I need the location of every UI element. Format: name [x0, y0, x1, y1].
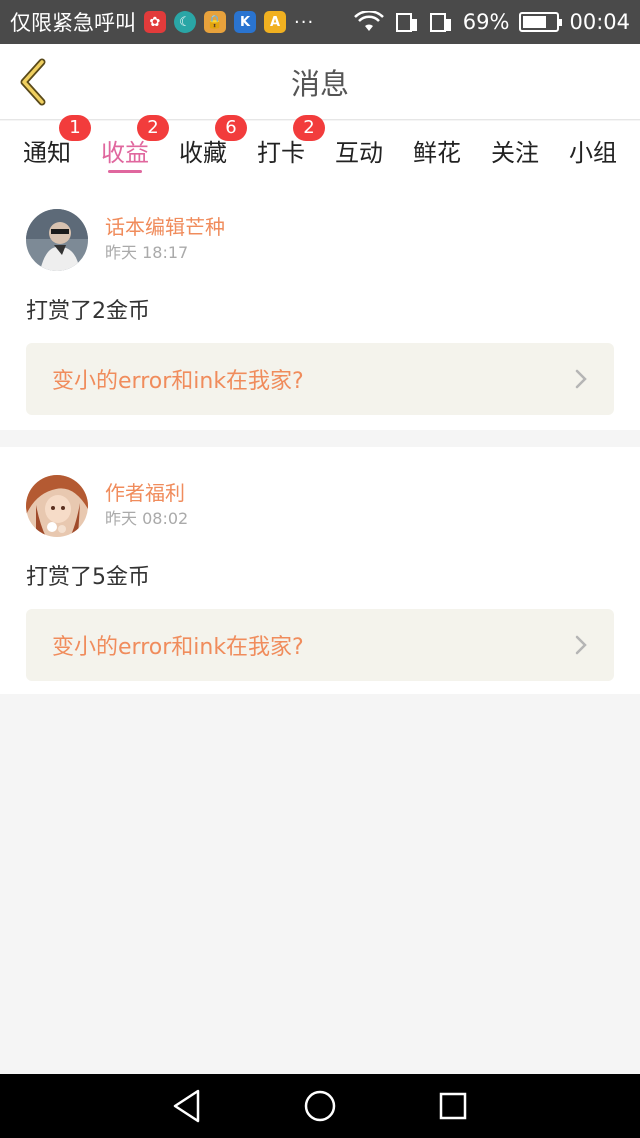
story-link[interactable]: 变小的error和ink在我家? [26, 609, 614, 681]
tab-label: 收藏 [179, 139, 227, 167]
badge: 2 [137, 115, 169, 141]
card-meta: 话本编辑芒种 昨天 18:17 [105, 214, 225, 266]
tab-label: 打卡 [257, 139, 305, 167]
square-recents-icon [440, 1092, 467, 1120]
nav-back-button[interactable] [167, 1086, 207, 1126]
chevron-right-icon [575, 635, 587, 655]
timestamp: 昨天 08:02 [105, 509, 189, 528]
circle-home-icon [304, 1090, 336, 1122]
a-app-icon: A [264, 11, 286, 33]
wifi-icon [353, 11, 384, 31]
tab-earnings[interactable]: 收益 2 [101, 115, 169, 181]
tab-notice[interactable]: 通知 1 [23, 115, 91, 181]
tab-bar: 通知 1 收益 2 收藏 6 打卡 2 互动 鲜花 关注 小组 [0, 115, 640, 181]
triangle-back-icon [173, 1089, 199, 1123]
message-card: 话本编辑芒种 昨天 18:17 打赏了2金币 变小的error和ink在我家? [0, 181, 640, 430]
nav-home-button[interactable] [300, 1086, 340, 1126]
tab-interaction[interactable]: 互动 [335, 121, 383, 181]
badge: 1 [59, 115, 91, 141]
tab-label: 关注 [491, 139, 539, 167]
avatar-image [26, 475, 88, 537]
tab-label: 互动 [335, 139, 383, 167]
story-link[interactable]: 变小的error和ink在我家? [26, 343, 614, 415]
username-link[interactable]: 话本编辑芒种 [105, 214, 225, 240]
tab-follow[interactable]: 关注 [491, 121, 539, 181]
status-bar: 仅限紧急呼叫 ✿ ☾ 🔒 K A ··· 69% 00:04 [0, 0, 640, 44]
moon-app-icon: ☾ [174, 11, 196, 33]
page-title: 消息 [290, 66, 349, 101]
status-left: 仅限紧急呼叫 ✿ ☾ 🔒 K A ··· [10, 7, 314, 37]
card-header: 话本编辑芒种 昨天 18:17 [26, 181, 614, 271]
tab-label: 收益 [101, 139, 149, 167]
badge: 6 [215, 115, 247, 141]
chevron-right-icon [575, 369, 587, 389]
clock: 00:04 [569, 10, 630, 34]
story-title: 变小的error和ink在我家? [52, 369, 304, 394]
story-title: 变小的error和ink在我家? [52, 635, 304, 660]
tab-label: 通知 [23, 139, 71, 167]
more-icon: ··· [294, 11, 315, 33]
battery-icon [519, 12, 563, 32]
battery-fill [523, 16, 546, 28]
card-header: 作者福利 昨天 08:02 [26, 447, 614, 537]
carrier-text: 仅限紧急呼叫 [10, 11, 136, 35]
lock-app-icon: 🔒 [204, 11, 226, 33]
avatar[interactable] [26, 475, 88, 537]
avatar[interactable] [26, 209, 88, 271]
card-meta: 作者福利 昨天 08:02 [105, 480, 188, 532]
tab-underline [108, 170, 142, 173]
username-link[interactable]: 作者福利 [105, 480, 188, 506]
status-right: 69% 00:04 [353, 10, 630, 34]
tab-group[interactable]: 小组 [569, 121, 617, 181]
tab-favorites[interactable]: 收藏 6 [179, 115, 247, 181]
tab-checkin[interactable]: 打卡 2 [257, 115, 325, 181]
k-app-icon: K [234, 11, 256, 33]
message-card: 作者福利 昨天 08:02 打赏了5金币 变小的error和ink在我家? [0, 447, 640, 694]
badge: 2 [293, 115, 325, 141]
tab-flowers[interactable]: 鲜花 [413, 121, 461, 181]
tab-label: 鲜花 [413, 139, 461, 167]
avatar-image [26, 209, 88, 271]
sim-icon [395, 13, 417, 32]
battery-percent: 69% [462, 10, 510, 34]
photo-app-icon: ✿ [144, 11, 166, 33]
reward-text: 打赏了5金币 [26, 565, 150, 590]
tab-label: 小组 [569, 139, 617, 167]
back-button[interactable] [16, 58, 52, 106]
sim2-icon [429, 13, 451, 32]
header: 消息 [0, 44, 640, 120]
timestamp: 昨天 18:17 [105, 243, 189, 262]
back-arrow-icon [20, 58, 46, 106]
reward-text: 打赏了2金币 [26, 299, 150, 324]
system-nav-bar [0, 1074, 640, 1138]
nav-recents-button[interactable] [433, 1086, 473, 1126]
